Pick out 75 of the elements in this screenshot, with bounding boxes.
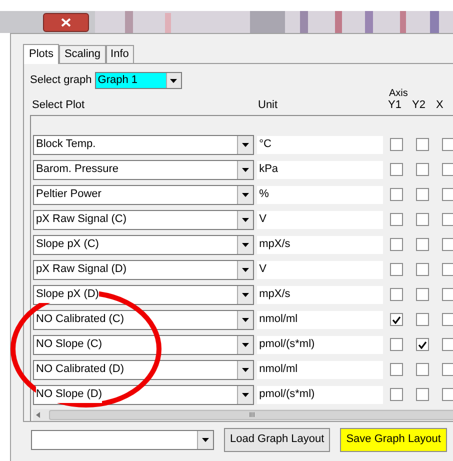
checkbox[interactable]: [390, 363, 403, 376]
checkbox[interactable]: [390, 313, 403, 326]
graph-dropdown[interactable]: Graph 1: [94, 72, 182, 89]
checkbox[interactable]: [416, 388, 429, 401]
dropdown-arrow-icon: [202, 438, 209, 442]
layout-button[interactable]: Load Graph Layout: [224, 428, 330, 452]
checkbox[interactable]: [416, 288, 429, 301]
checkbox[interactable]: [416, 138, 429, 151]
unit-field[interactable]: V: [257, 210, 383, 228]
unit-field[interactable]: %: [257, 186, 383, 204]
checkbox[interactable]: [390, 263, 403, 276]
tab[interactable]: Plots: [23, 44, 60, 64]
plot-name: NO Slope (D): [36, 386, 102, 403]
unit-field[interactable]: nmol/ml: [257, 310, 383, 328]
checkbox[interactable]: [442, 363, 453, 376]
column-header: Select Plot: [32, 98, 86, 112]
checkbox[interactable]: [390, 188, 403, 201]
plot-name: Slope pX (D): [36, 286, 99, 303]
dropdown-arrow-icon: [242, 268, 250, 272]
checkbox[interactable]: [442, 313, 453, 326]
unit-field[interactable]: °C: [257, 136, 383, 154]
checkbox[interactable]: [390, 288, 403, 301]
dropdown-arrow-icon: [242, 168, 250, 172]
checkbox[interactable]: [416, 188, 429, 201]
checkbox[interactable]: [416, 338, 429, 351]
tab[interactable]: Scaling: [59, 45, 106, 63]
checkbox[interactable]: [416, 238, 429, 251]
close-button[interactable]: [43, 13, 89, 32]
checkbox[interactable]: [442, 138, 453, 151]
checkbox[interactable]: [416, 263, 429, 276]
unit-field[interactable]: V: [257, 260, 383, 278]
dropdown-arrow-icon: [170, 78, 178, 82]
checkbox[interactable]: [442, 188, 453, 201]
checkbox[interactable]: [416, 163, 429, 176]
column-header: Axis: [389, 87, 408, 100]
checkbox[interactable]: [442, 238, 453, 251]
column-header: Y2: [412, 98, 426, 112]
dropdown-arrow-icon: [242, 368, 250, 372]
checkbox[interactable]: [442, 388, 453, 401]
select-graph-label: Select graph: [30, 73, 92, 88]
tab[interactable]: Info: [106, 45, 134, 63]
dropdown-arrow-icon: [242, 242, 250, 246]
dropdown-arrow-icon: [242, 192, 250, 196]
unit-field[interactable]: kPa: [257, 160, 383, 178]
checkbox[interactable]: [390, 213, 403, 226]
checkbox[interactable]: [390, 138, 403, 151]
checkbox[interactable]: [442, 163, 453, 176]
close-icon: [61, 18, 71, 27]
checkbox[interactable]: [416, 363, 429, 376]
dropdown-arrow-icon: [242, 392, 250, 396]
checkbox[interactable]: [390, 338, 403, 351]
checkbox[interactable]: [442, 263, 453, 276]
checkbox[interactable]: [416, 313, 429, 326]
checkbox[interactable]: [390, 388, 403, 401]
unit-field[interactable]: nmol/ml: [257, 360, 383, 378]
layout-dropdown[interactable]: [31, 430, 214, 450]
unit-field[interactable]: pmol/(s*ml): [257, 386, 383, 404]
dropdown-arrow-icon: [242, 218, 250, 222]
column-header: X: [436, 98, 444, 112]
unit-field[interactable]: mpX/s: [257, 286, 383, 304]
dropdown-arrow-icon: [242, 342, 250, 346]
checkbox[interactable]: [390, 238, 403, 251]
dropdown-arrow-icon: [242, 318, 250, 322]
unit-field[interactable]: pmol/(s*ml): [257, 336, 383, 354]
dropdown-arrow-icon: [242, 142, 250, 146]
layout-button[interactable]: Save Graph Layout: [340, 428, 447, 452]
checkbox[interactable]: [416, 213, 429, 226]
checkbox[interactable]: [442, 288, 453, 301]
checkbox[interactable]: [442, 338, 453, 351]
column-header: Y1: [388, 98, 402, 112]
dropdown-arrow-icon: [242, 292, 250, 296]
checkbox[interactable]: [442, 213, 453, 226]
unit-field[interactable]: mpX/s: [257, 236, 383, 254]
checkbox[interactable]: [390, 163, 403, 176]
column-header: Unit: [258, 98, 279, 112]
